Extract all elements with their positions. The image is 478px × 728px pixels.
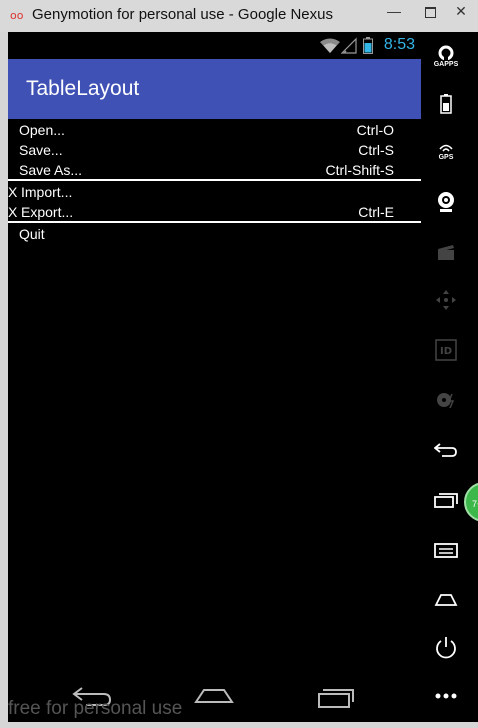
device-screen: 8:53 TableLayout Open... Ctrl-O Save... …: [8, 32, 421, 722]
row-shortcut: Ctrl-O: [356, 122, 394, 138]
remote-control-button[interactable]: [421, 280, 471, 320]
device-id-button[interactable]: ID: [421, 330, 471, 370]
dpad-icon: [436, 290, 456, 310]
minimize-button[interactable]: —: [374, 0, 414, 24]
gps-button[interactable]: GPS: [421, 132, 471, 172]
status-bar: 8:53: [8, 32, 421, 59]
gapps-label: GAPPS: [433, 60, 459, 68]
row-label: Open...: [19, 122, 65, 138]
more-icon: [435, 693, 457, 699]
webcam-icon: [438, 192, 454, 212]
recent-apps-icon: [434, 493, 458, 508]
wifi-icon: [320, 38, 340, 53]
battery-icon: [363, 37, 373, 54]
menu-button[interactable]: [421, 530, 471, 570]
row-label: Save...: [19, 142, 63, 158]
close-button[interactable]: ✕: [444, 0, 478, 24]
clapperboard-icon: [438, 245, 454, 260]
row-mark: X: [8, 204, 18, 220]
webcam-button[interactable]: [421, 182, 471, 222]
menu-table: Open... Ctrl-O Save... Ctrl-S Save As...…: [8, 119, 421, 243]
signal-icon: [341, 37, 357, 54]
window-title: Genymotion for personal use - Google Nex…: [32, 6, 333, 23]
back-icon: [434, 443, 457, 457]
row-label: Export...: [21, 204, 74, 220]
watermark-text: free for personal use: [8, 698, 183, 719]
menu-row-import[interactable]: X Import...: [8, 181, 421, 201]
screencast-button[interactable]: [421, 232, 471, 272]
disk-io-icon: [437, 393, 455, 409]
genymotion-sidebar: GAPPS GPS ID: [421, 32, 478, 722]
gapps-button[interactable]: GAPPS: [421, 36, 471, 76]
power-icon: [436, 637, 456, 659]
disk-io-button[interactable]: [421, 380, 471, 420]
back-button[interactable]: [421, 430, 471, 470]
menu-row-open[interactable]: Open... Ctrl-O: [8, 119, 421, 139]
menu-row-save[interactable]: Save... Ctrl-S: [8, 139, 421, 159]
gapps-icon: [438, 45, 454, 61]
row-label: Import...: [21, 184, 73, 200]
row-shortcut: Ctrl-E: [358, 204, 394, 220]
status-time: 8:53: [383, 36, 415, 53]
home-icon: [434, 594, 458, 606]
maximize-button[interactable]: [420, 0, 440, 24]
recent-apps-icon[interactable]: [313, 682, 357, 710]
home-icon[interactable]: [192, 684, 236, 708]
genymotion-logo-icon: oo: [10, 9, 24, 22]
window-bottom-strip: [0, 722, 478, 728]
power-button[interactable]: [421, 628, 471, 668]
row-shortcut: Ctrl-Shift-S: [325, 162, 394, 178]
action-bar: TableLayout: [8, 59, 421, 119]
menu-row-quit[interactable]: Quit: [8, 223, 421, 243]
menu-row-save-as[interactable]: Save As... Ctrl-Shift-S: [8, 159, 421, 179]
menu-icon: [434, 543, 458, 558]
maximize-icon: [424, 7, 436, 18]
row-label: Save As...: [19, 162, 83, 178]
battery-button[interactable]: [421, 84, 471, 124]
id-icon-label: ID: [440, 346, 452, 357]
window-titlebar: oo Genymotion for personal use - Google …: [0, 0, 478, 32]
gps-icon: [439, 144, 453, 151]
app-title: TableLayout: [26, 77, 140, 100]
menu-row-export[interactable]: X Export... Ctrl-E: [8, 201, 421, 221]
id-icon: ID: [435, 339, 457, 361]
more-button[interactable]: [421, 676, 471, 716]
row-mark: X: [8, 184, 18, 200]
row-shortcut: Ctrl-S: [358, 142, 394, 158]
battery-widget-icon: [440, 94, 452, 114]
row-label: Quit: [19, 226, 45, 242]
home-button[interactable]: [421, 580, 471, 620]
gps-label: GPS: [438, 153, 454, 161]
